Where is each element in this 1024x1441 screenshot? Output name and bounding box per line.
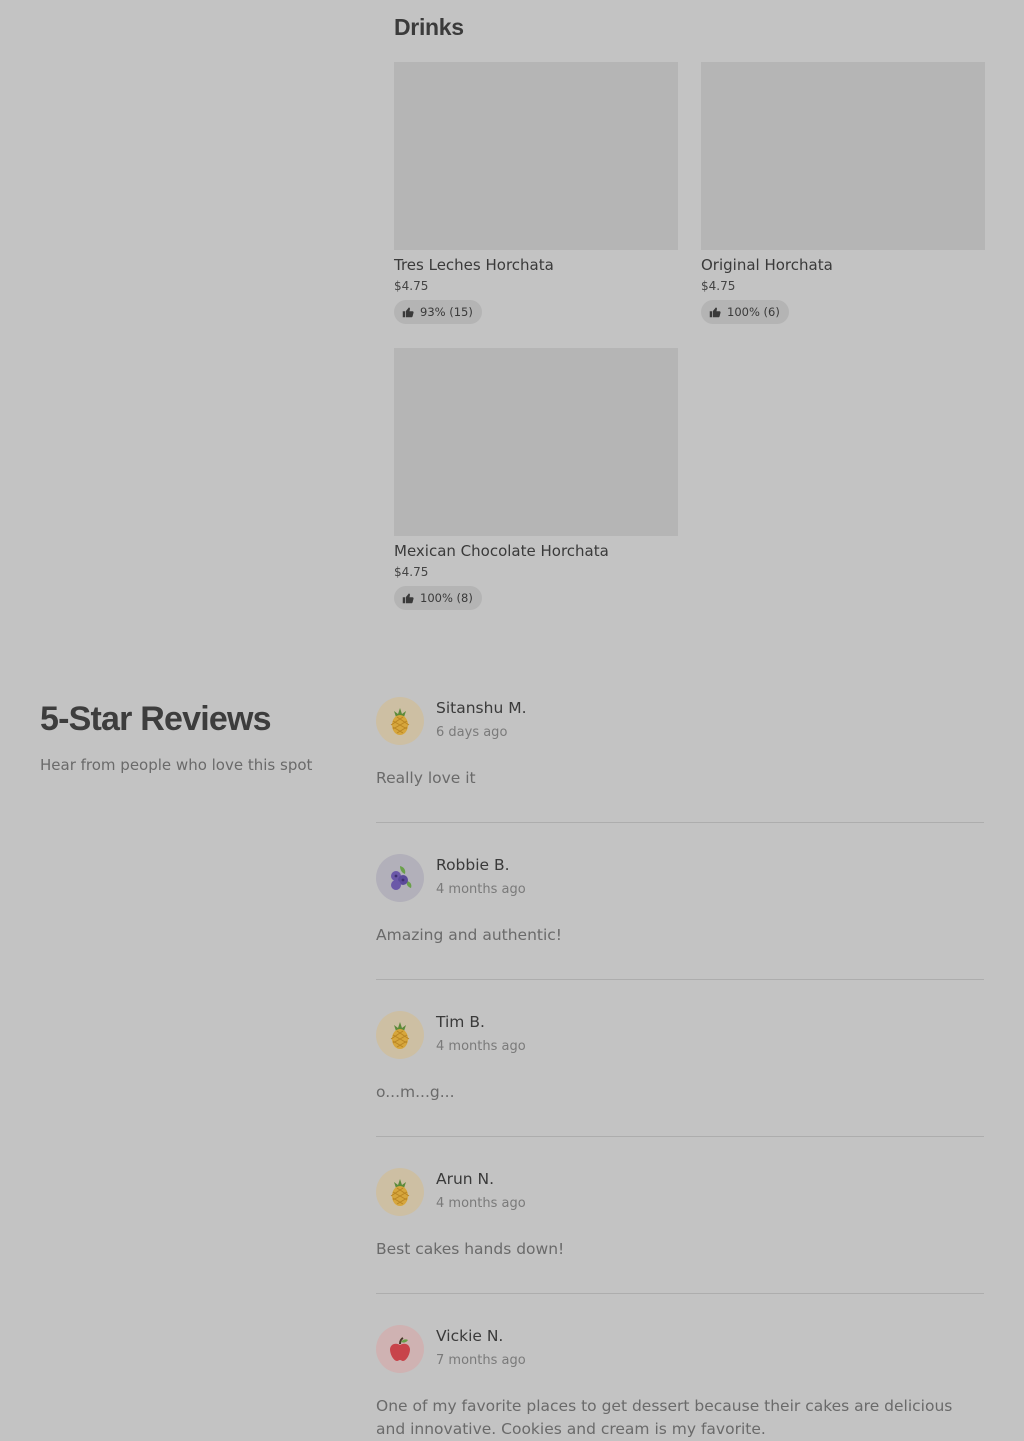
rating-text: 100% (6) <box>727 305 780 319</box>
drinks-section-title: Drinks <box>394 14 464 40</box>
menu-item-name: Tres Leches Horchata <box>394 256 554 274</box>
rating-text: 93% (15) <box>420 305 473 319</box>
avatar <box>376 1325 424 1373</box>
menu-item-name: Original Horchata <box>701 256 833 274</box>
thumbs-up-icon <box>402 592 414 604</box>
reviewer-name[interactable]: Tim B. <box>436 1013 485 1031</box>
menu-item-card[interactable]: Mexican Chocolate Horchata $4.75 100% (8… <box>394 348 678 610</box>
pineapple-icon <box>385 706 415 736</box>
avatar <box>376 1168 424 1216</box>
divider <box>376 1136 984 1137</box>
reviewer-name[interactable]: Arun N. <box>436 1170 494 1188</box>
reviewer-name[interactable]: Sitanshu M. <box>436 699 527 717</box>
reviewer-name[interactable]: Robbie B. <box>436 856 510 874</box>
reviewer-name[interactable]: Vickie N. <box>436 1327 503 1345</box>
menu-item-image[interactable] <box>394 348 678 536</box>
thumbs-up-icon <box>402 306 414 318</box>
avatar <box>376 1011 424 1059</box>
rating-badge: 93% (15) <box>394 300 482 324</box>
divider <box>376 1293 984 1294</box>
divider <box>376 822 984 823</box>
rating-text: 100% (8) <box>420 591 473 605</box>
menu-item-image[interactable] <box>394 62 678 250</box>
review-timestamp: 6 days ago <box>436 725 508 740</box>
review-timestamp: 4 months ago <box>436 1196 526 1211</box>
menu-item-card[interactable]: Original Horchata $4.75 100% (6) <box>701 62 985 324</box>
reviews-subtitle: Hear from people who love this spot <box>40 756 313 774</box>
menu-item-image[interactable] <box>701 62 985 250</box>
review-timestamp: 4 months ago <box>436 1039 526 1054</box>
menu-item-price: $4.75 <box>701 279 736 293</box>
pineapple-icon <box>385 1020 415 1050</box>
menu-item-price: $4.75 <box>394 279 429 293</box>
blueberry-icon <box>385 863 415 893</box>
menu-item-price: $4.75 <box>394 565 429 579</box>
divider <box>376 979 984 980</box>
rating-badge: 100% (6) <box>701 300 789 324</box>
avatar <box>376 697 424 745</box>
avatar <box>376 854 424 902</box>
menu-item-name: Mexican Chocolate Horchata <box>394 542 609 560</box>
review-text: One of my favorite places to get dessert… <box>376 1397 953 1438</box>
review-text: Really love it <box>376 769 476 787</box>
review-text: o...m...g... <box>376 1083 455 1101</box>
rating-badge: 100% (8) <box>394 586 482 610</box>
reviews-section-title: 5-Star Reviews <box>40 700 272 738</box>
thumbs-up-icon <box>709 306 721 318</box>
review-timestamp: 7 months ago <box>436 1353 526 1368</box>
review-text: Amazing and authentic! <box>376 926 563 944</box>
apple-icon <box>385 1334 415 1364</box>
review-timestamp: 4 months ago <box>436 882 526 897</box>
pineapple-icon <box>385 1177 415 1207</box>
review-text: Best cakes hands down! <box>376 1240 565 1258</box>
menu-item-card[interactable]: Tres Leches Horchata $4.75 93% (15) <box>394 62 678 324</box>
